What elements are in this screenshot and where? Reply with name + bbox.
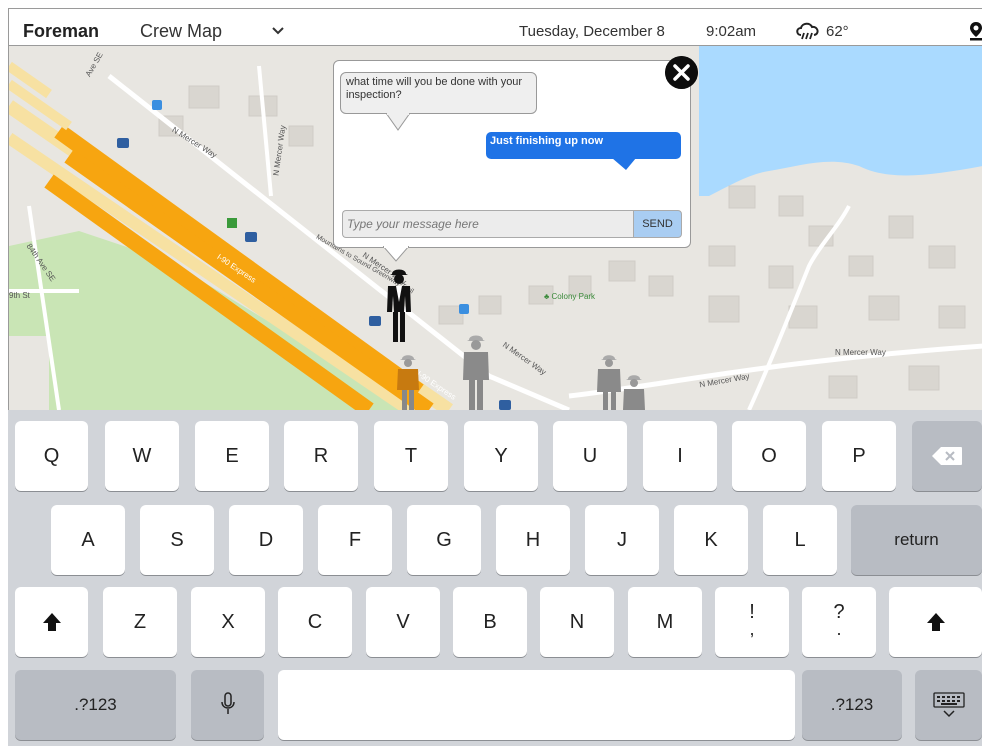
space-bar[interactable] xyxy=(278,670,795,740)
park-name: Colony Park xyxy=(551,292,596,301)
temperature: 62° xyxy=(826,23,849,40)
key-bottom-glyph: . xyxy=(836,619,842,639)
map-label-street: 9th St xyxy=(9,291,30,300)
key-o[interactable]: O xyxy=(732,421,806,491)
return-key[interactable]: return xyxy=(851,505,982,575)
app-brand: Foreman xyxy=(23,21,100,41)
backspace-key[interactable] xyxy=(912,421,982,491)
outgoing-message-tail xyxy=(612,158,636,170)
key-e[interactable]: E xyxy=(195,421,269,491)
current-time: 9:02am xyxy=(706,23,757,40)
key-s[interactable]: S xyxy=(140,505,214,575)
close-icon[interactable] xyxy=(665,56,698,89)
key-d[interactable]: D xyxy=(229,505,303,575)
key-y[interactable]: Y xyxy=(464,421,538,491)
key-n[interactable]: N xyxy=(540,587,614,657)
key-bottom-glyph: , xyxy=(749,619,755,639)
shift-icon xyxy=(42,613,61,631)
key-z[interactable]: Z xyxy=(103,587,177,657)
worker-icon[interactable] xyxy=(461,332,491,410)
key-u[interactable]: U xyxy=(553,421,627,491)
key-m[interactable]: M xyxy=(628,587,702,657)
key-q[interactable]: Q xyxy=(15,421,88,491)
key-t[interactable]: T xyxy=(374,421,448,491)
microphone-icon xyxy=(220,692,235,714)
current-date: Tuesday, December 8 xyxy=(519,23,665,40)
chat-popup-pointer xyxy=(383,246,409,262)
on-screen-keyboard: Q W E R T Y U I O P A S D F G H J K L re… xyxy=(0,410,982,746)
hide-keyboard-key[interactable] xyxy=(915,670,982,740)
dictation-key[interactable] xyxy=(191,670,264,740)
key-x[interactable]: X xyxy=(191,587,265,657)
key-b[interactable]: B xyxy=(453,587,527,657)
shift-key-left[interactable] xyxy=(15,587,88,657)
location-pin-icon[interactable] xyxy=(969,21,982,41)
rain-cloud-icon xyxy=(796,22,819,40)
shift-key-right[interactable] xyxy=(889,587,982,657)
key-g[interactable]: G xyxy=(407,505,481,575)
key-w[interactable]: W xyxy=(105,421,179,491)
worker-icon-selected[interactable] xyxy=(385,266,413,344)
backspace-icon xyxy=(932,447,962,465)
keyboard-dismiss-icon xyxy=(932,692,965,718)
send-button[interactable]: SEND xyxy=(633,210,682,238)
numbers-key-left[interactable]: .?123 xyxy=(15,670,176,740)
key-v[interactable]: V xyxy=(366,587,440,657)
incoming-message-tail xyxy=(386,113,410,131)
key-h[interactable]: H xyxy=(496,505,570,575)
app-header: Foreman Crew Map Tuesday, December 8 9:0… xyxy=(8,8,982,46)
map-label-street: N Mercer Way xyxy=(835,348,886,357)
key-c[interactable]: C xyxy=(278,587,352,657)
chevron-down-icon[interactable] xyxy=(271,25,285,37)
key-i[interactable]: I xyxy=(643,421,717,491)
incoming-message: what time will you be done with your ins… xyxy=(340,72,537,114)
key-l[interactable]: L xyxy=(763,505,837,575)
view-selector[interactable]: Crew Map xyxy=(140,21,222,42)
key-question-period[interactable]: ? . xyxy=(802,587,876,657)
key-p[interactable]: P xyxy=(822,421,896,491)
key-k[interactable]: K xyxy=(674,505,748,575)
message-input[interactable] xyxy=(342,210,634,238)
shift-icon xyxy=(926,613,945,631)
outgoing-message: Just finishing up now xyxy=(486,132,681,159)
worker-icon[interactable] xyxy=(621,372,647,410)
worker-icon[interactable] xyxy=(395,352,421,410)
key-f[interactable]: F xyxy=(318,505,392,575)
numbers-key-right[interactable]: .?123 xyxy=(802,670,902,740)
map-label-park: ♣ Colony Park xyxy=(544,292,596,301)
key-a[interactable]: A xyxy=(51,505,125,575)
key-r[interactable]: R xyxy=(284,421,358,491)
key-exclamation-comma[interactable]: ! , xyxy=(715,587,789,657)
key-j[interactable]: J xyxy=(585,505,659,575)
